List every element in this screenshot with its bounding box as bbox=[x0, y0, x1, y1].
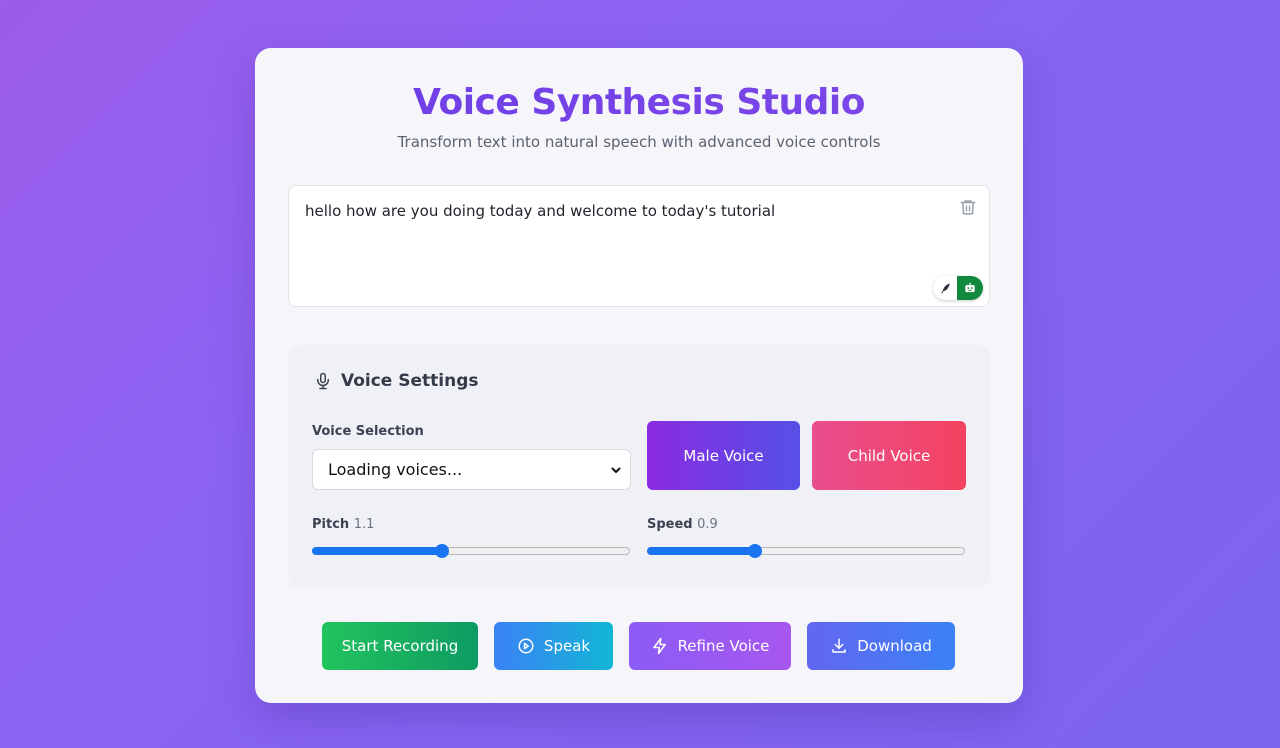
trash-icon[interactable] bbox=[959, 198, 977, 216]
speed-label-text: Speed bbox=[647, 517, 693, 532]
robot-icon[interactable] bbox=[957, 276, 983, 300]
microphone-icon bbox=[317, 372, 329, 390]
speak-button[interactable]: Speak bbox=[494, 622, 613, 670]
speed-label: Speed 0.9 bbox=[647, 517, 718, 532]
speak-label: Speak bbox=[543, 637, 591, 655]
voice-settings-panel: Voice Settings Voice Selection Loading v… bbox=[288, 345, 990, 588]
lightning-icon bbox=[652, 637, 666, 655]
page-subtitle: Transform text into natural speech with … bbox=[397, 133, 881, 151]
pitch-slider-thumb[interactable] bbox=[435, 544, 450, 558]
start-recording-button[interactable]: Start Recording bbox=[322, 622, 478, 670]
start-recording-label: Start Recording bbox=[341, 637, 459, 655]
action-bar: Start Recording Speak Refine Voice Downl… bbox=[255, 622, 1023, 670]
download-label: Download bbox=[857, 637, 932, 655]
voice-select[interactable]: Loading voices... bbox=[312, 449, 631, 490]
voice-settings-title: Voice Settings bbox=[341, 371, 479, 391]
download-icon bbox=[832, 638, 846, 653]
refine-voice-button[interactable]: Refine Voice bbox=[629, 622, 791, 670]
voice-selection-label: Voice Selection bbox=[312, 424, 424, 439]
quill-icon[interactable] bbox=[933, 276, 957, 300]
pitch-label-text: Pitch bbox=[312, 517, 350, 532]
page-title: Voice Synthesis Studio bbox=[255, 82, 1023, 123]
main-card: Voice Synthesis Studio Transform text in… bbox=[255, 48, 1023, 703]
child-voice-button[interactable]: Child Voice bbox=[812, 421, 966, 490]
voice-settings-heading: Voice Settings bbox=[314, 371, 479, 391]
pitch-label: Pitch 1.1 bbox=[312, 517, 374, 532]
pitch-slider-fill bbox=[312, 547, 443, 555]
refine-voice-label: Refine Voice bbox=[677, 637, 770, 655]
chevron-down-icon bbox=[611, 467, 621, 473]
speed-slider-thumb[interactable] bbox=[748, 544, 763, 558]
male-voice-button[interactable]: Male Voice bbox=[647, 421, 800, 490]
play-circle-icon bbox=[518, 638, 534, 654]
download-button[interactable]: Download bbox=[807, 622, 955, 670]
text-input-area[interactable]: hello how are you doing today and welcom… bbox=[288, 185, 990, 307]
speed-value: 0.9 bbox=[697, 517, 718, 532]
text-input-value[interactable]: hello how are you doing today and welcom… bbox=[305, 202, 939, 220]
pitch-value: 1.1 bbox=[353, 517, 375, 532]
speed-slider-fill bbox=[647, 547, 756, 555]
voice-select-value: Loading voices... bbox=[328, 460, 463, 479]
speed-slider[interactable] bbox=[647, 543, 965, 559]
extension-pill bbox=[933, 276, 983, 300]
pitch-slider[interactable] bbox=[312, 543, 630, 559]
